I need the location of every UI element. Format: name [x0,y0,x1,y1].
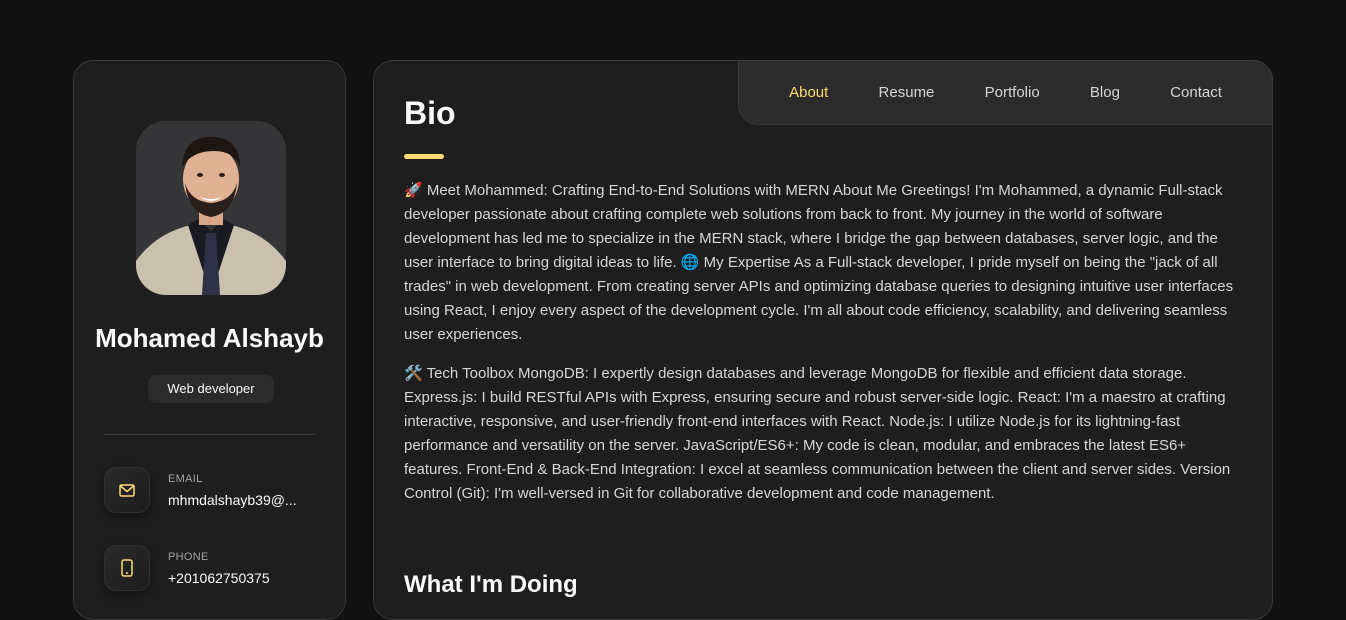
nav-resume[interactable]: Resume [879,84,935,101]
contact-label: EMAIL [168,473,203,485]
phone-icon [104,545,150,591]
section-title-doing: What I'm Doing [404,571,578,598]
navbar: About Resume Portfolio Blog Contact [738,60,1273,125]
bio-text: 🚀 Meet Mohammed: Crafting End-to-End Sol… [404,179,1244,521]
phone-link[interactable]: +201062750375 [168,570,270,586]
nav-about[interactable]: About [789,84,828,101]
profile-avatar [136,121,286,295]
bio-paragraph: 🛠️ Tech Toolbox MongoDB: I expertly desi… [404,365,1231,502]
nav-contact[interactable]: Contact [1170,84,1222,101]
nav-portfolio[interactable]: Portfolio [985,84,1040,101]
sidebar-separator [104,434,315,435]
contact-label: PHONE [168,551,209,563]
profile-title-badge: Web developer [148,375,274,403]
email-link[interactable]: mhmdalshayb39@... [168,492,297,508]
mail-icon [104,467,150,513]
nav-blog[interactable]: Blog [1090,84,1120,101]
main-content: About Resume Portfolio Blog Contact Bio … [373,60,1273,620]
profile-photo [136,121,286,295]
bio-paragraph: 🚀 Meet Mohammed: Crafting End-to-End Sol… [404,182,1234,343]
profile-name: Mohamed Alshayb [95,323,324,353]
title-underline [404,154,444,159]
page-title: Bio [404,95,456,131]
sidebar: Mohamed Alshayb Web developer EMAIL mhmd… [73,60,346,620]
